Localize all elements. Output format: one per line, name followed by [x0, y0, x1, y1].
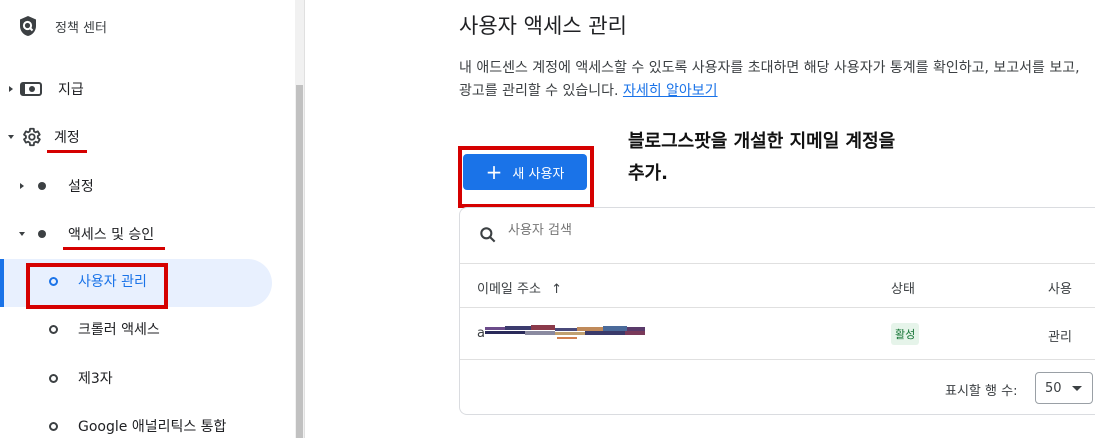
sort-ascending-icon[interactable]: ↑ — [551, 282, 562, 297]
annotation-underline — [63, 247, 165, 250]
column-header-label: 이메일 주소 — [477, 282, 541, 297]
caret-right-icon[interactable] — [7, 85, 15, 93]
gear-icon — [20, 126, 42, 148]
rows-per-page-label: 표시할 행 수: — [945, 384, 1018, 399]
column-header-status[interactable]: 상태 — [891, 278, 915, 297]
bullet-ring-icon — [49, 324, 58, 334]
annotation-highlight-box — [26, 263, 168, 309]
learn-more-link[interactable]: 자세히 알아보기 — [623, 83, 718, 99]
annotation-line: 블로그스팟을 개설한 지메일 계정을 — [628, 131, 896, 152]
annotation-text: 블로그스팟을 개설한 지메일 계정을 추가. — [628, 126, 895, 190]
description-text: 내 애드센스 계정에 액세스할 수 있도록 사용자를 초대하면 해당 사용자가 … — [459, 60, 1080, 99]
status-badge: 활성 — [891, 323, 920, 345]
sidebar-item-account[interactable]: 계정 — [7, 126, 80, 148]
chevron-down-icon — [1071, 385, 1082, 391]
caret-right-icon[interactable] — [18, 182, 26, 190]
sidebar-item-analytics[interactable]: Google 애널리틱스 통합 — [49, 416, 226, 436]
sidebar-item-settings[interactable]: 설정 — [18, 176, 94, 196]
users-table-card: 이메일 주소 ↑ 상태 사용 a — [459, 207, 1095, 415]
sidebar-item-policy-center[interactable]: 정책 센터 — [18, 12, 107, 40]
search-icon — [478, 225, 498, 249]
email-cell: a — [477, 326, 485, 341]
bullet-ring-icon — [49, 421, 58, 431]
payments-icon — [20, 81, 42, 97]
column-header-email[interactable]: 이메일 주소 ↑ — [477, 278, 562, 297]
bullet-ring-icon — [49, 373, 58, 383]
redacted-email-mask — [485, 325, 645, 341]
annotation-highlight-box — [458, 146, 594, 208]
sidebar: 정책 센터 지급 계정 설정 액세스 및 승인 사용자 관리 크롤러 액세스 제… — [0, 0, 305, 438]
sidebar-item-payments[interactable]: 지급 — [7, 79, 84, 99]
rows-per-page-select[interactable]: 50 — [1035, 372, 1093, 404]
annotation-line: 추가. — [628, 163, 668, 184]
bullet-icon — [38, 182, 46, 190]
column-header-role[interactable]: 사용 — [1048, 278, 1072, 297]
page-title: 사용자 액세스 관리 — [459, 14, 627, 38]
bullet-icon — [38, 230, 46, 238]
sidebar-item-label: 정책 센터 — [55, 20, 107, 36]
annotation-underline — [47, 150, 87, 153]
search-input[interactable] — [508, 223, 808, 238]
main-content: 사용자 액세스 관리 내 애드센스 계정에 액세스할 수 있도록 사용자를 초대… — [306, 0, 1095, 438]
sidebar-item-crawler-access[interactable]: 크롤러 액세스 — [49, 319, 160, 339]
sidebar-item-label: Google 애널리틱스 통합 — [78, 419, 227, 435]
policy-shield-icon — [18, 15, 38, 37]
sidebar-item-label: 제3자 — [78, 371, 113, 387]
sidebar-item-access-approval[interactable]: 액세스 및 승인 — [18, 224, 154, 244]
sidebar-scrollbar-thumb[interactable] — [296, 85, 303, 438]
caret-down-icon[interactable] — [7, 133, 15, 141]
email-prefix: a — [477, 326, 485, 341]
search-bar — [460, 208, 1095, 264]
role-cell: 관리 — [1048, 330, 1072, 345]
table-row[interactable]: a 활성 관리 — [460, 308, 1095, 360]
table-header-row: 이메일 주소 ↑ 상태 사용 — [460, 264, 1095, 308]
sidebar-item-label: 액세스 및 승인 — [68, 227, 155, 243]
sidebar-item-third-party[interactable]: 제3자 — [49, 368, 113, 388]
sidebar-item-label: 계정 — [54, 130, 80, 146]
sidebar-item-label: 크롤러 액세스 — [78, 322, 160, 338]
sidebar-item-label: 지급 — [58, 82, 84, 98]
caret-down-icon[interactable] — [18, 230, 26, 238]
page-description: 내 애드센스 계정에 액세스할 수 있도록 사용자를 초대하면 해당 사용자가 … — [459, 57, 1089, 103]
sidebar-item-label: 설정 — [68, 179, 94, 195]
table-footer: 표시할 행 수: 50 — [460, 360, 1095, 416]
sidebar-active-indicator — [0, 259, 4, 307]
rows-per-page-value: 50 — [1045, 380, 1062, 396]
